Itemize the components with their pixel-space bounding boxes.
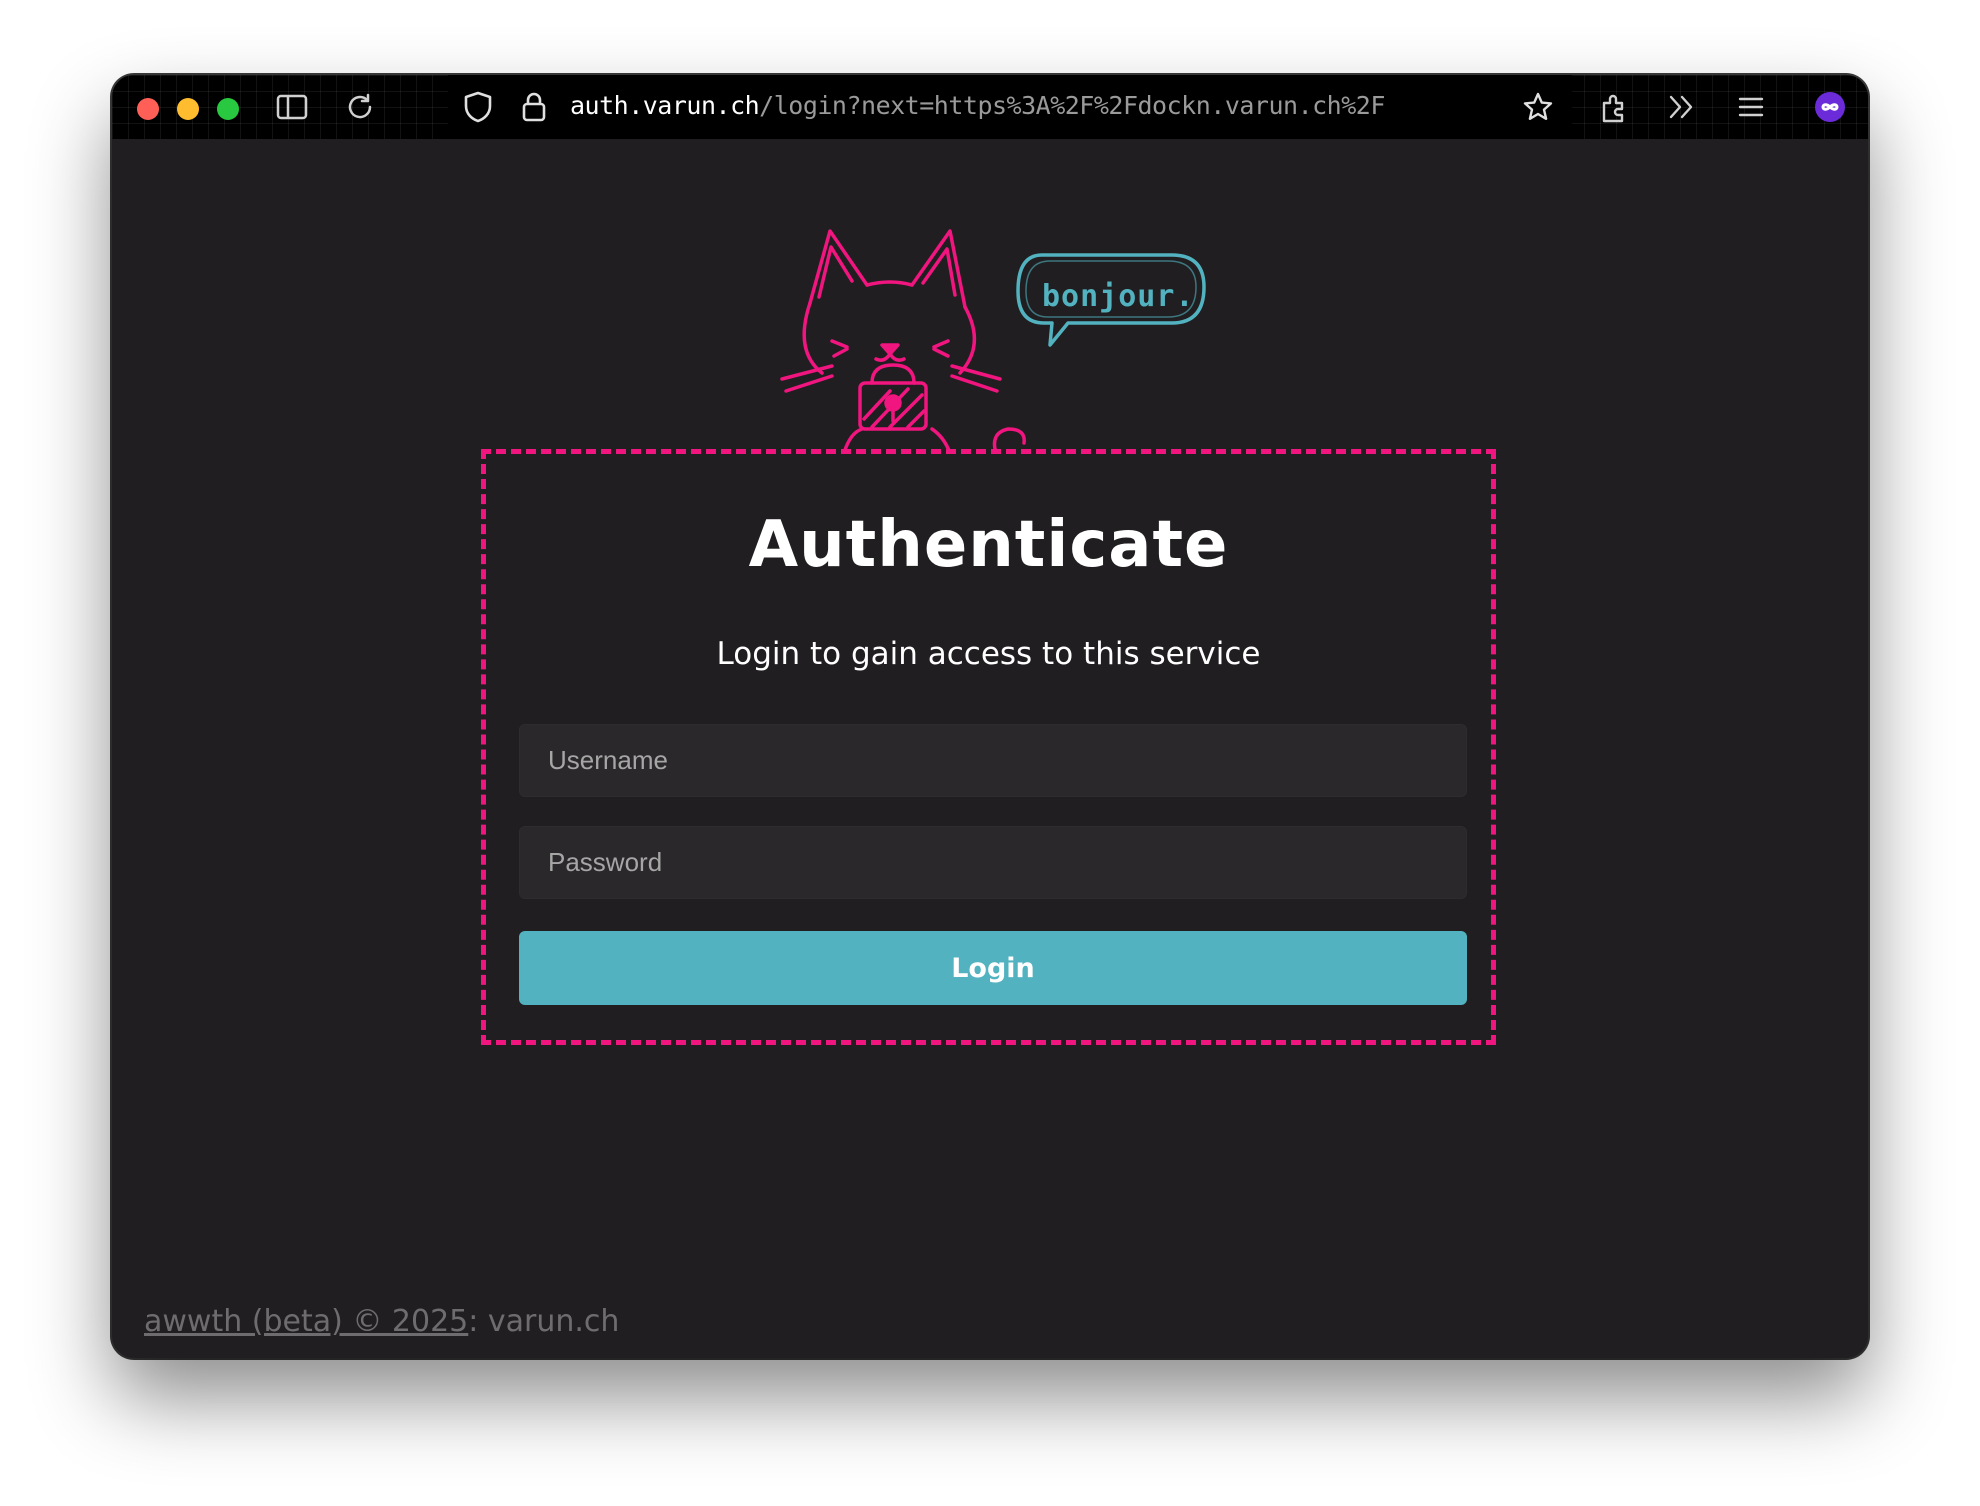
footer-link[interactable]: awwth (beta) © 2025	[144, 1304, 468, 1339]
footer: awwth (beta) © 2025: varun.ch	[144, 1304, 619, 1339]
zoom-window-button[interactable]	[217, 98, 239, 120]
username-input[interactable]	[519, 724, 1467, 797]
speech-bubble-text: bonjour.	[1042, 279, 1195, 314]
password-input[interactable]	[519, 826, 1467, 899]
login-card: Authenticate Login to gain access to thi…	[481, 449, 1496, 1045]
profile-icon[interactable]	[1812, 89, 1848, 125]
footer-suffix: : varun.ch	[468, 1304, 620, 1339]
shield-icon[interactable]	[460, 89, 496, 125]
url-bar[interactable]: auth.varun.ch/login?next=https%3A%2F%2Fd…	[448, 75, 1572, 139]
reload-icon[interactable]	[342, 89, 378, 125]
page-subtitle: Login to gain access to this service	[716, 636, 1261, 672]
url-host: auth.varun.ch	[570, 91, 760, 120]
minimize-window-button[interactable]	[177, 98, 199, 120]
login-button[interactable]: Login	[519, 931, 1467, 1005]
url-path: /login?next=https%3A%2F%2Fdockn.varun.ch…	[759, 91, 1385, 120]
sidebar-icon[interactable]	[274, 89, 310, 125]
close-window-button[interactable]	[137, 98, 159, 120]
extensions-icon[interactable]	[1597, 89, 1633, 125]
browser-toolbar: auth.varun.ch/login?next=https%3A%2F%2Fd…	[112, 75, 1868, 139]
browser-window: auth.varun.ch/login?next=https%3A%2F%2Fd…	[112, 75, 1868, 1358]
menu-icon[interactable]	[1733, 89, 1769, 125]
overflow-icon[interactable]	[1664, 89, 1700, 125]
lock-icon[interactable]	[516, 89, 552, 125]
page-title: Authenticate	[748, 508, 1229, 582]
url-text[interactable]: auth.varun.ch/login?next=https%3A%2F%2Fd…	[570, 91, 1385, 120]
star-icon[interactable]	[1520, 89, 1556, 125]
page-content: bonjour. Authenticate Login to gain acce…	[112, 139, 1868, 1358]
